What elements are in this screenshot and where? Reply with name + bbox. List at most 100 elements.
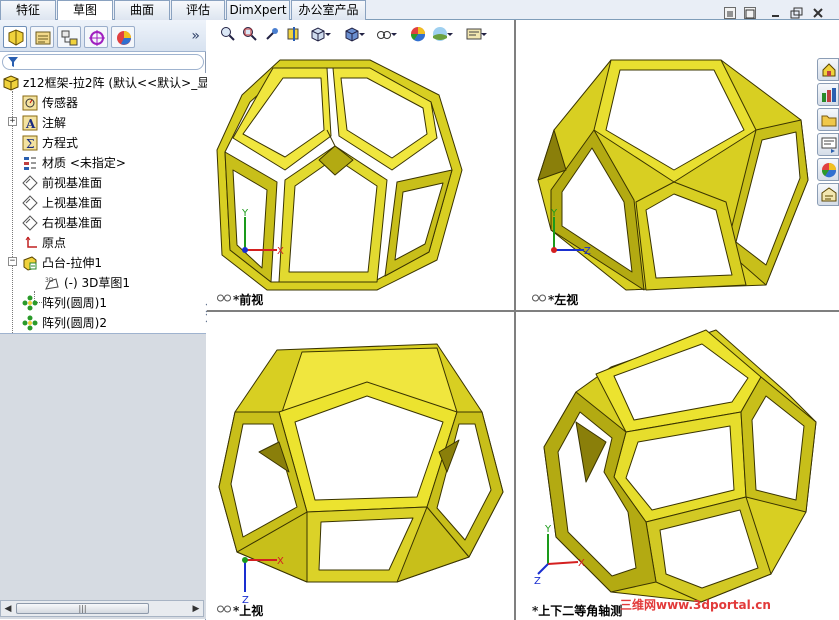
axis-label: Y [241, 208, 249, 219]
tree-item-label: 阵列(圆周)2 [42, 316, 107, 330]
tree-item-label: 注解 [42, 116, 67, 130]
tree-item-label: 凸台-拉伸1 [42, 256, 102, 270]
zoom-to-fit-icon[interactable] [220, 26, 236, 42]
viewport-dimetric[interactable]: Y X Z *上下二等角轴测 [516, 312, 839, 620]
display-manager-tab[interactable] [111, 26, 135, 48]
tab-evaluate[interactable]: 评估 [171, 0, 225, 20]
viewport-left[interactable]: Y Z *左视 [516, 20, 839, 310]
chevron-down-icon[interactable] [324, 26, 332, 42]
tree-item-3d-sketch[interactable]: 3D (-) 3D草图1 [44, 273, 202, 293]
tab-office-products[interactable]: 办公室产品 [291, 0, 366, 20]
tree-item-label: 原点 [42, 236, 67, 250]
custom-properties-icon [821, 187, 837, 202]
svg-text:Σ: Σ [26, 137, 34, 151]
tree-item-circular-pattern-1[interactable]: 阵列(圆周)1 [22, 293, 202, 313]
model-top-view: X Z [218, 343, 504, 606]
configuration-manager-tab[interactable] [57, 26, 81, 48]
filter-icon [8, 57, 18, 67]
equation-icon: Σ [22, 135, 38, 151]
svg-text:3D: 3D [45, 277, 54, 284]
view-orientation-icon [217, 605, 231, 613]
tree-item-sensors[interactable]: 传感器 [22, 93, 202, 113]
tree-item-right-plane[interactable]: 右视基准面 [22, 213, 202, 233]
tree-item-label: 右视基准面 [42, 216, 103, 230]
tab-dimxpert[interactable]: DimXpert [226, 0, 290, 20]
axis-label: X [578, 558, 585, 569]
feature-filter-input[interactable] [2, 54, 204, 70]
svg-text:A: A [25, 117, 36, 131]
minimize-icon[interactable] [770, 7, 782, 19]
appearances-icon [821, 163, 837, 178]
task-pane-view-palette-tab[interactable] [817, 133, 839, 156]
display-icon [117, 31, 131, 45]
tree-item-front-plane[interactable]: 前视基准面 [22, 173, 202, 193]
expand-more-icon[interactable]: » [191, 28, 200, 44]
chevron-down-icon[interactable] [446, 26, 454, 42]
view-orientation-icon [532, 294, 546, 302]
edit-appearance-icon[interactable] [410, 26, 426, 42]
viewport-front[interactable]: Y X *前视 [207, 20, 514, 310]
previous-view-icon[interactable] [264, 26, 280, 42]
close-icon[interactable] [812, 7, 824, 19]
configuration-icon [61, 30, 78, 46]
tree-item-top-plane[interactable]: 上视基准面 [22, 193, 202, 213]
task-pane-custom-properties-tab[interactable] [817, 183, 839, 206]
sketch3d-icon: 3D [45, 277, 59, 290]
tree-item-label: 上视基准面 [42, 196, 103, 210]
chevron-down-icon[interactable] [390, 26, 398, 42]
annotation-icon: A [22, 115, 38, 131]
viewport-divider-vertical[interactable] [514, 20, 516, 620]
dimxpert-manager-tab[interactable] [84, 26, 108, 48]
tree-item-material[interactable]: 材质 <未指定> [22, 153, 202, 173]
task-pane-appearances-tab[interactable] [817, 158, 839, 181]
chevron-down-icon[interactable] [358, 26, 366, 42]
watermark: 三维网www.3dportal.cn [620, 598, 771, 612]
tree-item-equations[interactable]: Σ 方程式 [22, 133, 202, 153]
feature-manager-tab[interactable] [3, 26, 27, 48]
axis-x-line [547, 561, 579, 565]
origin-icon [25, 236, 37, 248]
feature-tree: z12框架-拉2阵 (默认<<默认>_显 传感器 + A 注解 Σ 方程式 材质… [0, 73, 209, 335]
task-pane-tabs [817, 58, 839, 208]
plane-icon [22, 215, 38, 231]
scroll-right-icon[interactable]: ▶ [190, 603, 202, 615]
tree-item-circular-pattern-2[interactable]: 阵列(圆周)2 [22, 313, 202, 333]
root-part-label: z12框架-拉2阵 (默认<<默认>_显 [23, 76, 210, 90]
tree-item-origin[interactable]: 原点 [22, 233, 202, 253]
expand-annotations-icon[interactable]: + [8, 117, 17, 126]
section-view-icon[interactable] [286, 26, 302, 42]
tree-item-label: 前视基准面 [42, 176, 103, 190]
toggle-viewports-icon[interactable] [744, 7, 756, 19]
viewport-top[interactable]: X Z *上视 [207, 312, 514, 620]
restore-icon[interactable] [790, 7, 803, 19]
design-library-icon [822, 88, 836, 102]
tree-root-part[interactable]: z12框架-拉2阵 (默认<<默认>_显 [3, 73, 209, 93]
model-front-view: Y X [216, 59, 463, 291]
plane-icon [22, 175, 38, 191]
tab-sketch[interactable]: 草图 [57, 0, 113, 21]
scroll-left-icon[interactable]: ◀ [2, 603, 14, 615]
task-pane-design-library-tab[interactable] [817, 83, 839, 106]
collapse-extrude-icon[interactable]: − [8, 257, 17, 266]
property-manager-tab[interactable] [30, 26, 54, 48]
folder-icon [821, 115, 837, 127]
plane-icon [22, 195, 38, 211]
tree-item-boss-extrude[interactable]: 凸台-拉伸1 [22, 253, 202, 273]
view-layout-icon[interactable] [724, 7, 736, 19]
axis-label: X [277, 556, 284, 567]
feature-manager-toolbar: » [0, 20, 206, 52]
task-pane-file-explorer-tab[interactable] [817, 108, 839, 131]
tab-features[interactable]: 特征 [0, 0, 56, 20]
extrude-icon [23, 256, 37, 271]
command-manager-tabs: 特征 草图 曲面 评估 DimXpert 办公室产品 [0, 0, 839, 21]
home-icon [822, 63, 836, 77]
feature-manager-hscrollbar[interactable]: ◀ ||| ▶ [0, 600, 204, 617]
zoom-area-icon[interactable] [242, 26, 258, 42]
scroll-thumb[interactable]: ||| [16, 603, 149, 614]
viewport-divider-horizontal[interactable] [207, 310, 839, 312]
chevron-down-icon[interactable] [480, 26, 488, 42]
task-pane-resources-tab[interactable] [817, 58, 839, 81]
tree-item-label: 材质 <未指定> [42, 156, 126, 170]
tab-surfaces[interactable]: 曲面 [114, 0, 170, 20]
tree-item-annotations[interactable]: A 注解 [22, 113, 202, 133]
